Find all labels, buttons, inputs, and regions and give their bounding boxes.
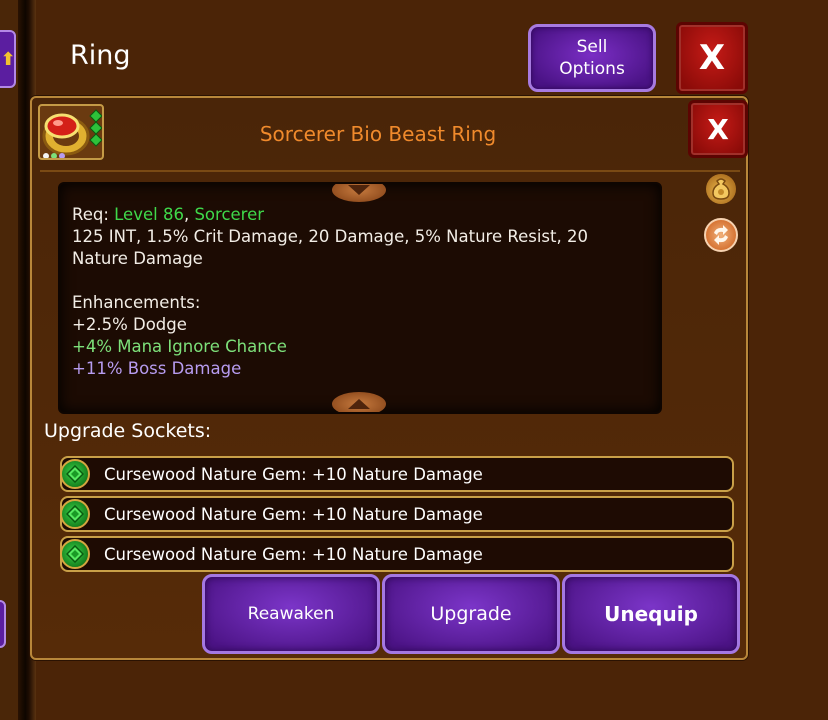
header-divider (40, 170, 740, 172)
req-separator: , (183, 205, 195, 224)
socket-text: Cursewood Nature Gem: +10 Nature Damage (104, 544, 483, 564)
close-dialog-button[interactable]: X (688, 100, 748, 158)
socket-text: Cursewood Nature Gem: +10 Nature Damage (104, 504, 483, 524)
req-level: Level 86 (114, 205, 184, 224)
upgrade-sockets-label: Upgrade Sockets: (44, 420, 212, 442)
left-side-tab[interactable] (0, 600, 6, 648)
item-description-box[interactable]: Req: Level 86, Sorcerer 125 INT, 1.5% Cr… (58, 182, 662, 414)
unequip-button[interactable]: Unequip (562, 574, 740, 654)
close-page-button[interactable]: X (676, 22, 748, 94)
requirements-line: Req: Level 86, Sorcerer (72, 204, 632, 226)
enhancement-mana-ignore: +4% Mana Ignore Chance (72, 337, 287, 356)
enhancements-title: Enhancements: (72, 293, 201, 312)
socket-row[interactable]: Cursewood Nature Gem: +10 Nature Damage (60, 496, 734, 532)
close-icon: X (707, 112, 729, 146)
item-description-text: Req: Level 86, Sorcerer 125 INT, 1.5% Cr… (72, 204, 632, 380)
swap-icon[interactable] (704, 218, 738, 252)
chevron-down-icon (348, 185, 370, 195)
socket-text: Cursewood Nature Gem: +10 Nature Damage (104, 464, 483, 484)
req-class: Sorcerer (194, 205, 265, 224)
scroll-up-arrow[interactable] (332, 392, 386, 412)
sell-options-button[interactable]: Sell Options (528, 24, 656, 92)
sell-options-label-line2: Options (559, 59, 625, 79)
stats-line: 125 INT, 1.5% Crit Damage, 20 Damage, 5%… (72, 227, 588, 268)
chevron-up-icon (348, 399, 370, 409)
item-name: Sorcerer Bio Beast Ring (259, 122, 497, 146)
item-detail-dialog: Sorcerer Bio Beast Ring X Req: Level 86,… (30, 96, 748, 660)
socket-row[interactable]: Cursewood Nature Gem: +10 Nature Damage (60, 456, 734, 492)
enhancement-boss-damage: +11% Boss Damage (72, 359, 242, 378)
sell-options-label-line1: Sell (576, 37, 608, 57)
upgrade-button[interactable]: Upgrade (382, 574, 560, 654)
left-up-arrow-tab[interactable]: ⬆ (0, 30, 16, 88)
page-title: Ring (70, 40, 131, 71)
green-gem-icon (60, 539, 90, 569)
close-icon: X (698, 38, 726, 78)
scroll-down-arrow[interactable] (332, 184, 386, 202)
green-gem-icon (60, 499, 90, 529)
enhancement-dodge: +2.5% Dodge (72, 315, 187, 334)
green-gem-icon (60, 459, 90, 489)
socket-row[interactable]: Cursewood Nature Gem: +10 Nature Damage (60, 536, 734, 572)
moneybag-icon[interactable] (706, 174, 736, 204)
up-arrow-icon: ⬆ (0, 48, 16, 70)
req-label: Req: (72, 205, 115, 224)
reawaken-button[interactable]: Reawaken (202, 574, 380, 654)
